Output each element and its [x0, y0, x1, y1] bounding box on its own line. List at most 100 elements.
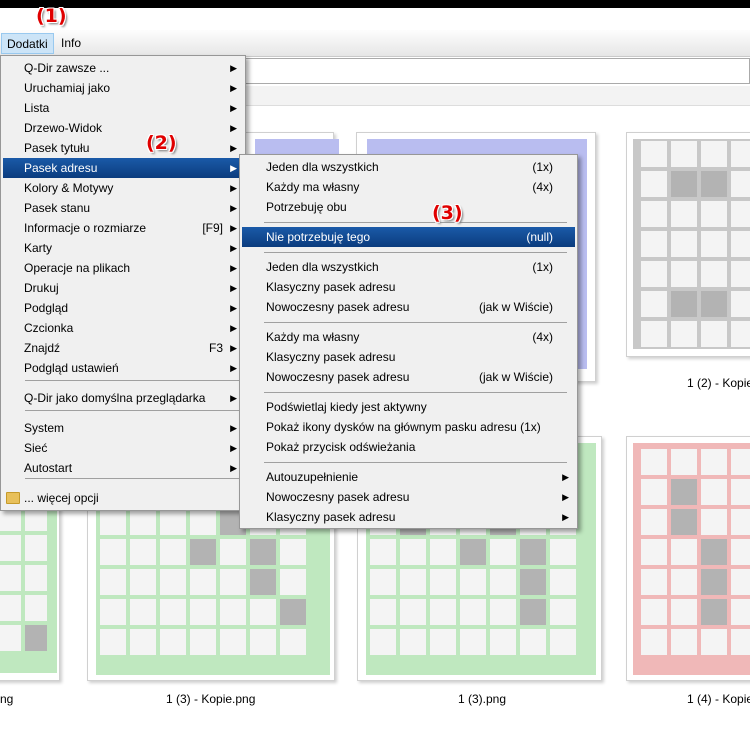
menu-item-q-dir-jako-domyslna-przegladarka[interactable]: Q-Dir jako domyślna przeglądarka ▶ [3, 388, 243, 408]
menu-info[interactable]: Info [56, 33, 86, 54]
menu-item-kolory-motywy[interactable]: Kolory & Motywy ▶ [3, 178, 243, 198]
menu-item-system[interactable]: System ▶ [3, 418, 243, 438]
submenu-arrow-icon: ▶ [562, 492, 569, 502]
thumbnail-cell [731, 479, 750, 505]
menu-item-label: Karty [24, 241, 53, 255]
submenu-arrow-icon: ▶ [230, 423, 237, 433]
thumbnail-cell [370, 569, 396, 595]
menu-separator [264, 222, 567, 223]
thumbnail-cell [160, 539, 186, 565]
menu-separator [25, 380, 241, 381]
menu-item-informacje-o-rozmiarze[interactable]: Informacje o rozmiarze [F9] ▶ [3, 218, 243, 238]
file-name[interactable]: ng [0, 692, 13, 706]
submenu-item-autouzupelnienie[interactable]: Autouzupełnienie ▶ [242, 467, 575, 487]
thumbnail-cell [0, 565, 21, 591]
submenu-item-pokaz-przycisk-odswiezania[interactable]: Pokaż przycisk odświeżania [242, 437, 575, 457]
menu-item-pasek-stanu[interactable]: Pasek stanu ▶ [3, 198, 243, 218]
dodatki-menu: Q-Dir zawsze ... ▶ Uruchamiaj jako ▶ Lista ▶ D… [0, 55, 246, 511]
menu-item-drzewo-widok[interactable]: Drzewo-Widok ▶ [3, 118, 243, 138]
thumbnail-cell [370, 629, 396, 655]
submenu-item-klasyczny-pasek-adresu[interactable]: Klasyczny pasek adresu [242, 277, 575, 297]
thumbnail-cell [130, 599, 156, 625]
thumbnail-cell [520, 539, 546, 565]
menu-separator [25, 410, 241, 411]
menu-item-pasek-tytulu[interactable]: Pasek tytułu ▶ [3, 138, 243, 158]
thumbnail-cell [280, 569, 306, 595]
thumbnail-cell [130, 569, 156, 595]
menu-item-drukuj[interactable]: Drukuj ▶ [3, 278, 243, 298]
submenu-item-label: Każdy ma własny [266, 330, 360, 344]
thumbnail-cell [280, 599, 306, 625]
menu-item-label: Pasek stanu [24, 201, 91, 215]
file-name[interactable]: 1 (3).png [458, 692, 506, 706]
thumbnail-cell [100, 599, 126, 625]
file-thumbnail[interactable] [626, 436, 750, 681]
submenu-item-podswietlaj-kiedy-jest-aktywny[interactable]: Podświetlaj kiedy jest aktywny [242, 397, 575, 417]
submenu-arrow-icon: ▶ [562, 512, 569, 522]
menu-separator [264, 322, 567, 323]
thumbnail-cell [701, 141, 727, 167]
submenu-arrow-icon: ▶ [230, 463, 237, 473]
submenu-arrow-icon: ▶ [230, 283, 237, 293]
menu-item-karty[interactable]: Karty ▶ [3, 238, 243, 258]
submenu-item-jeden-dla-wszystkich[interactable]: Jeden dla wszystkich (1x) [242, 157, 575, 177]
file-name[interactable]: 1 (3) - Kopie.png [166, 692, 255, 706]
thumbnail-cell [641, 449, 667, 475]
submenu-item-nowoczesny-pasek-adresu[interactable]: Nowoczesny pasek adresu ▶ [242, 487, 575, 507]
submenu-item-label: Nie potrzebuję tego [266, 230, 371, 244]
pasek-adresu-submenu: Jeden dla wszystkich (1x) Każdy ma własny (… [239, 154, 578, 529]
submenu-item-pokaz-ikony-dyskow-na-glownym-pasku-adresu-1x[interactable]: Pokaż ikony dysków na głównym pasku adre… [242, 417, 575, 437]
submenu-item-jeden-dla-wszystkich[interactable]: Jeden dla wszystkich (1x) [242, 257, 575, 277]
submenu-item-label: Nowoczesny pasek adresu [266, 370, 410, 384]
menu-item-uruchamiaj-jako[interactable]: Uruchamiaj jako ▶ [3, 78, 243, 98]
file-thumbnail[interactable] [626, 132, 750, 357]
thumbnail-cell [100, 509, 126, 535]
menu-item-wiecej-opcji[interactable]: ... więcej opcji [3, 488, 243, 508]
thumbnail-cell [641, 479, 667, 505]
thumbnail-cell [430, 599, 456, 625]
submenu-item-value: (jak w Wiście) [479, 300, 553, 314]
menu-item-operacje-na-plikach[interactable]: Operacje na plikach ▶ [3, 258, 243, 278]
file-name[interactable]: 1 (2) - Kopie [687, 376, 750, 390]
submenu-item-klasyczny-pasek-adresu[interactable]: Klasyczny pasek adresu [242, 347, 575, 367]
annotation-1: (1) [36, 5, 67, 27]
menu-item-autostart[interactable]: Autostart ▶ [3, 458, 243, 478]
submenu-item-nowoczesny-pasek-adresu[interactable]: Nowoczesny pasek adresu (jak w Wiście) [242, 367, 575, 387]
thumbnail-cell [250, 599, 276, 625]
menu-item-podglad-ustawien[interactable]: Podgląd ustawień ▶ [3, 358, 243, 378]
submenu-item-kazdy-ma-wlasny[interactable]: Każdy ma własny (4x) [242, 177, 575, 197]
thumbnail-cell [550, 569, 576, 595]
menu-item-pasek-adresu[interactable]: Pasek adresu ▶ [3, 158, 243, 178]
thumbnail-cell [400, 599, 426, 625]
submenu-arrow-icon: ▶ [230, 443, 237, 453]
submenu-item-klasyczny-pasek-adresu[interactable]: Klasyczny pasek adresu ▶ [242, 507, 575, 527]
submenu-item-kazdy-ma-wlasny[interactable]: Każdy ma własny (4x) [242, 327, 575, 347]
submenu-item-nie-potrzebuje-tego[interactable]: Nie potrzebuję tego (null) [242, 227, 575, 247]
menu-item-lista[interactable]: Lista ▶ [3, 98, 243, 118]
submenu-item-label: Podświetlaj kiedy jest aktywny [266, 400, 427, 414]
menu-item-label: Lista [24, 101, 50, 115]
menu-item-label: Kolory & Motywy [24, 181, 114, 195]
thumbnail-cell [25, 625, 47, 651]
submenu-arrow-icon: ▶ [230, 363, 237, 373]
thumbnail-cell [25, 565, 47, 591]
thumbnail-cell [520, 629, 546, 655]
address-bar[interactable] [240, 58, 750, 84]
thumbnail-cell [641, 291, 667, 317]
submenu-arrow-icon: ▶ [230, 303, 237, 313]
thumbnail-cell [430, 569, 456, 595]
menu-item-znajdz[interactable]: Znajdź F3 ▶ [3, 338, 243, 358]
thumbnail-cell [400, 629, 426, 655]
menu-item-q-dir-zawsze[interactable]: Q-Dir zawsze ... ▶ [3, 58, 243, 78]
thumbnail-cell [641, 599, 667, 625]
thumbnail-cell [100, 569, 126, 595]
submenu-item-label: Nowoczesny pasek adresu [266, 490, 410, 504]
menu-dodatki[interactable]: Dodatki [1, 33, 54, 54]
submenu-item-potrzebuje-obu[interactable]: Potrzebuję obu [242, 197, 575, 217]
submenu-item-nowoczesny-pasek-adresu[interactable]: Nowoczesny pasek adresu (jak w Wiście) [242, 297, 575, 317]
menu-item-czcionka[interactable]: Czcionka ▶ [3, 318, 243, 338]
menu-item-label: Znajdź [24, 341, 61, 355]
file-name[interactable]: 1 (4) - Kopie [687, 692, 750, 706]
menu-item-podglad[interactable]: Podgląd ▶ [3, 298, 243, 318]
menu-item-siec[interactable]: Sieć ▶ [3, 438, 243, 458]
